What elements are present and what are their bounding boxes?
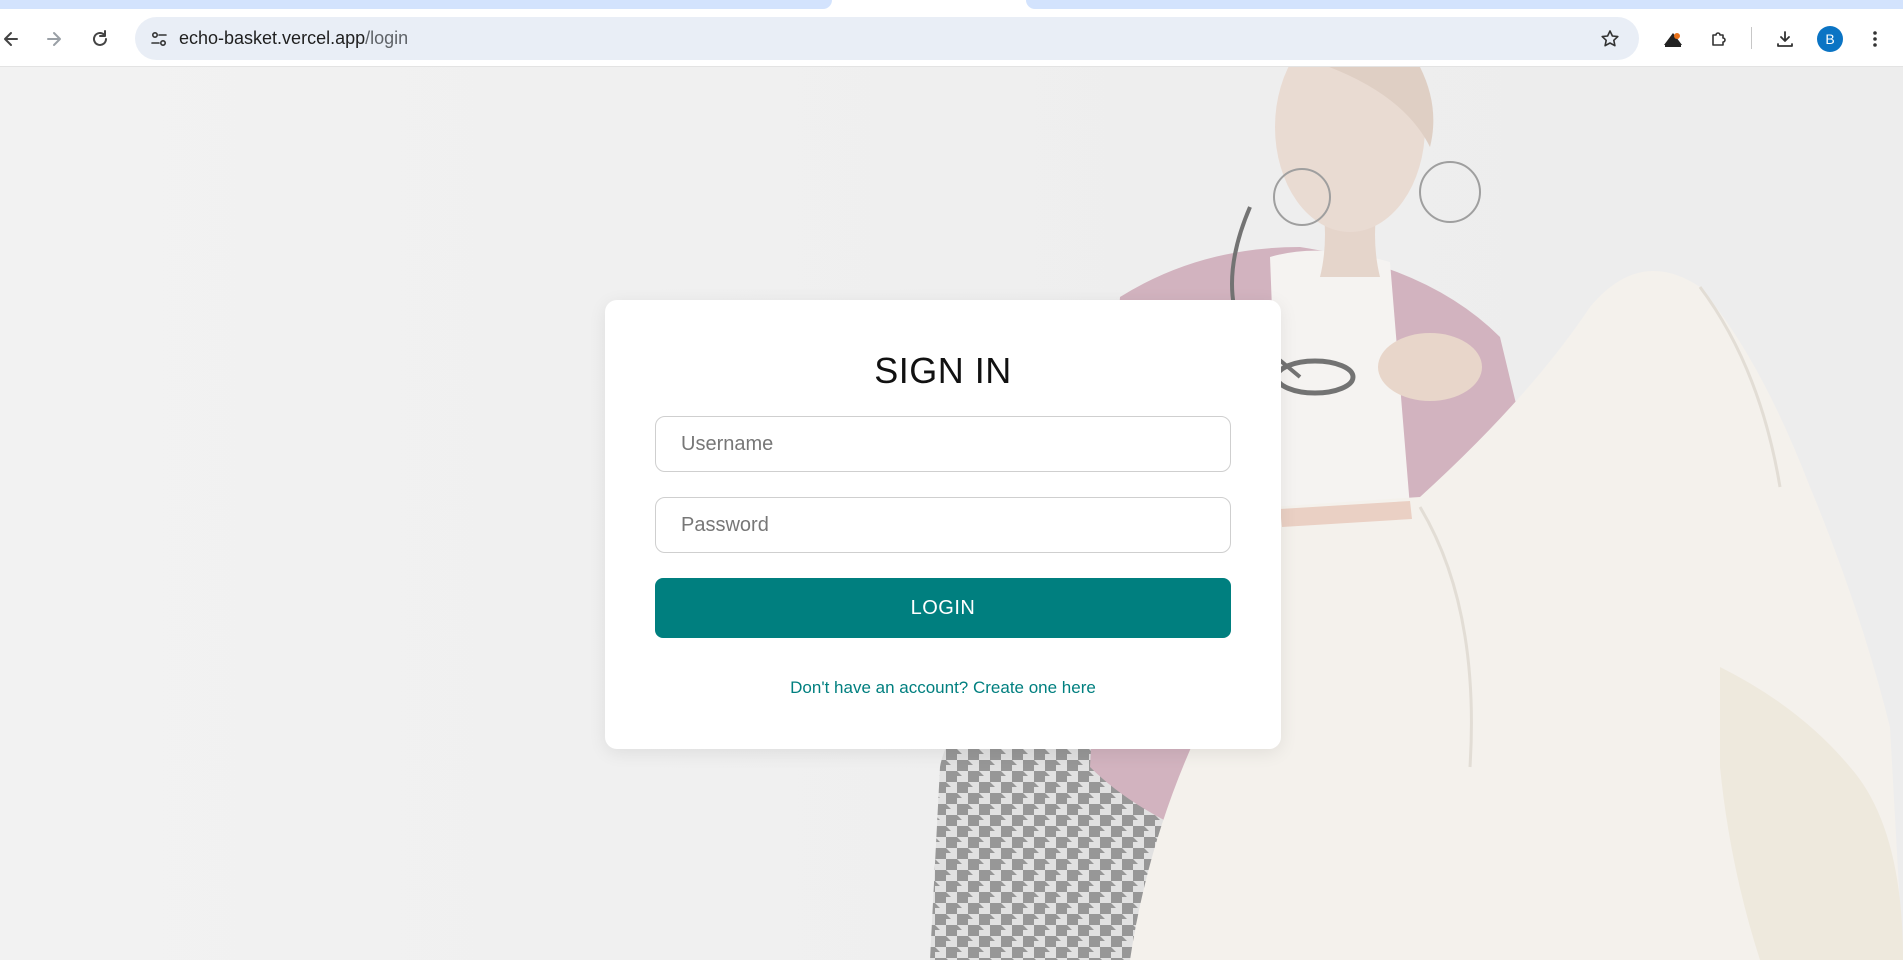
inactive-tab-area-right[interactable] xyxy=(1026,0,1903,9)
page-content: SIGN IN LOGIN Don't have an account? Cre… xyxy=(0,67,1903,960)
extension-icon[interactable] xyxy=(1658,24,1688,54)
inactive-tab-area-left[interactable] xyxy=(0,0,832,9)
login-button[interactable]: LOGIN xyxy=(655,578,1231,638)
page-title: SIGN IN xyxy=(874,350,1012,391)
tab-strip xyxy=(0,0,1903,10)
reload-icon[interactable] xyxy=(85,24,115,54)
username-input[interactable] xyxy=(655,416,1231,472)
puzzle-icon[interactable] xyxy=(1704,24,1734,54)
profile-avatar[interactable]: B xyxy=(1817,26,1843,52)
avatar-letter: B xyxy=(1825,31,1835,47)
password-input[interactable] xyxy=(655,497,1231,553)
url-text[interactable]: echo-basket.vercel.app/login xyxy=(179,28,408,49)
more-vertical-icon[interactable] xyxy=(1860,24,1890,54)
download-icon[interactable] xyxy=(1770,24,1800,54)
url-path: /login xyxy=(365,28,409,48)
address-bar[interactable]: echo-basket.vercel.app/login xyxy=(135,17,1639,60)
bookmark-star-icon[interactable] xyxy=(1595,24,1625,54)
back-arrow-icon[interactable] xyxy=(0,24,26,54)
forward-arrow-icon[interactable] xyxy=(39,24,69,54)
toolbar-divider xyxy=(1751,27,1752,49)
site-info-icon[interactable] xyxy=(144,24,174,54)
url-host: echo-basket.vercel.app xyxy=(179,28,366,48)
browser-toolbar: echo-basket.vercel.app/login B xyxy=(0,10,1903,67)
create-account-link[interactable]: Don't have an account? Create one here xyxy=(605,678,1281,698)
login-card: SIGN IN LOGIN Don't have an account? Cre… xyxy=(605,300,1281,749)
